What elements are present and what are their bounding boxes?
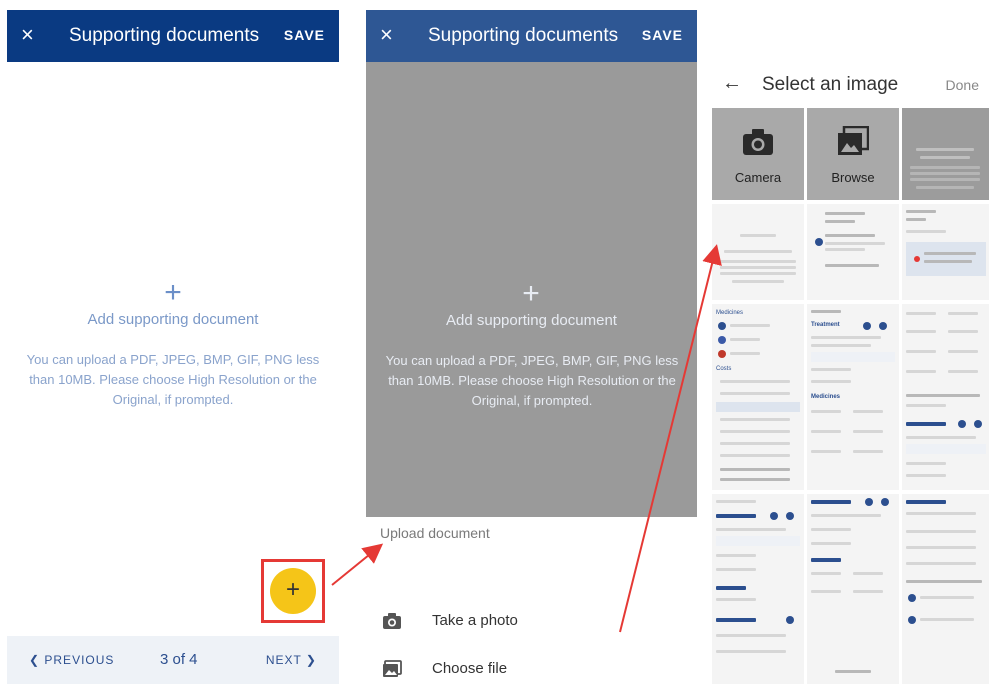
browse-tile[interactable]: Browse <box>807 108 899 200</box>
close-icon[interactable]: × <box>380 22 393 48</box>
screen-supporting-documents: × Supporting documents SAVE + Add suppor… <box>7 10 339 684</box>
upload-hint: You can upload a PDF, JPEG, BMP, GIF, PN… <box>385 353 679 408</box>
browse-tile-label: Browse <box>831 170 875 185</box>
save-button[interactable]: SAVE <box>284 27 325 43</box>
image-thumbnail[interactable] <box>807 494 899 684</box>
image-thumbnail[interactable] <box>902 204 989 300</box>
previous-button[interactable]: ❮ PREVIOUS <box>29 653 114 667</box>
choose-file-label: Choose file <box>432 660 508 677</box>
choose-file-option[interactable]: Choose file <box>366 654 697 690</box>
take-photo-option[interactable]: Take a photo <box>366 606 697 642</box>
camera-tile[interactable]: Camera <box>712 108 804 200</box>
image-thumbnail[interactable] <box>902 304 989 490</box>
image-thumbnail[interactable]: Medicines Costs <box>712 304 804 490</box>
image-file-icon <box>383 660 402 677</box>
add-fab-button[interactable]: + <box>270 568 316 614</box>
image-thumbnail[interactable] <box>902 108 989 200</box>
dimmed-overlay[interactable]: + Add supporting document You can upload… <box>366 62 697 517</box>
thumb-heading: Costs <box>716 366 732 372</box>
image-thumbnail[interactable]: Treatment Medicines <box>807 304 899 490</box>
camera-icon <box>383 613 401 629</box>
image-thumbnail[interactable] <box>712 494 804 684</box>
screen-select-image: ← Select an image Done Camera Browse Med… <box>708 62 989 684</box>
pager-footer: ❮ PREVIOUS 3 of 4 NEXT ❯ <box>7 636 339 684</box>
add-document-link[interactable]: Add supporting document <box>7 311 339 328</box>
page-title: Supporting documents <box>69 25 260 46</box>
picker-title: Select an image <box>762 74 899 95</box>
image-thumbnail[interactable] <box>902 494 989 684</box>
camera-tile-label: Camera <box>734 170 782 185</box>
close-icon[interactable]: × <box>21 22 34 48</box>
done-button[interactable]: Done <box>946 77 979 93</box>
image-thumbnail[interactable] <box>807 204 899 300</box>
upload-hint: You can upload a PDF, JPEG, BMP, GIF, PN… <box>26 352 320 407</box>
add-document-link: Add supporting document <box>446 312 617 329</box>
image-thumbnail[interactable] <box>712 204 804 300</box>
back-arrow-icon[interactable]: ← <box>722 72 742 95</box>
app-header: × Supporting documents SAVE <box>7 10 339 62</box>
app-header-dimmed: × Supporting documents SAVE <box>366 10 697 62</box>
thumb-heading: Medicines <box>716 310 744 316</box>
sheet-title: Upload document <box>380 525 490 541</box>
picker-header: ← Select an image Done <box>708 62 989 108</box>
take-photo-label: Take a photo <box>432 612 518 629</box>
thumb-heading: Medicines <box>811 394 841 400</box>
add-plus-icon: + <box>522 277 540 310</box>
save-button[interactable]: SAVE <box>642 27 683 43</box>
gallery-icon <box>838 126 869 155</box>
fab-highlight-box: + <box>261 559 325 623</box>
next-button[interactable]: NEXT ❯ <box>266 653 317 667</box>
thumb-heading: Treatment <box>811 322 840 328</box>
page-indicator: 3 of 4 <box>160 651 198 668</box>
add-plus-icon[interactable]: + <box>153 276 193 310</box>
camera-icon <box>743 129 773 155</box>
page-title: Supporting documents <box>428 25 619 46</box>
screen-upload-sheet: × Supporting documents SAVE + Add suppor… <box>366 10 697 684</box>
